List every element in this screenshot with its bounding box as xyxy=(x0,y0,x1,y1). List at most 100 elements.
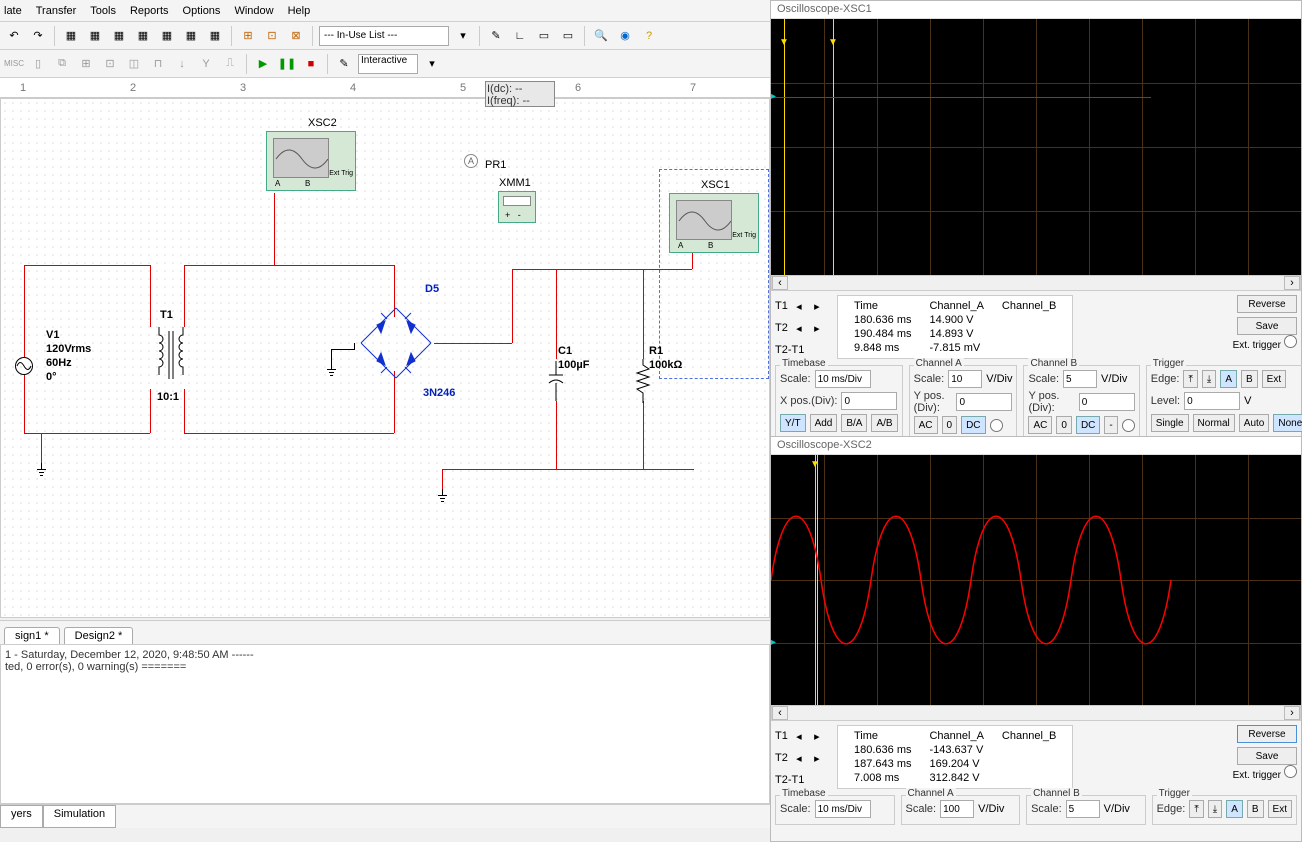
misc-icon[interactable]: MISC xyxy=(4,54,24,74)
zoom-icon[interactable]: 🔍 xyxy=(591,26,611,46)
t2-right-icon[interactable]: ▸ xyxy=(810,321,824,335)
add-button[interactable]: Add xyxy=(810,414,838,432)
xsc1-instrument[interactable]: Ext Trig A B xyxy=(669,193,759,253)
t1-transformer[interactable] xyxy=(149,327,197,394)
ext-trigger-radio[interactable] xyxy=(1284,335,1297,348)
grid6-icon[interactable]: ▦ xyxy=(181,26,201,46)
schematic-canvas[interactable]: I(dc): -- I(freq): -- XSC2 Ext Trig A B … xyxy=(0,98,770,618)
xsc2-chb-scale[interactable] xyxy=(1066,800,1100,818)
menu-transfer[interactable]: Transfer xyxy=(36,5,77,17)
interactive-icon[interactable]: ✎ xyxy=(334,54,354,74)
yt-button[interactable]: Y/T xyxy=(780,414,806,432)
trig-b-button[interactable]: B xyxy=(1241,370,1258,388)
xsc2-instrument[interactable]: Ext Trig A B xyxy=(266,131,356,191)
chb-radio[interactable] xyxy=(1122,419,1135,432)
ba-button[interactable]: B/A xyxy=(841,414,867,432)
comp8-icon[interactable]: Y xyxy=(196,54,216,74)
comp5-icon[interactable]: ◫ xyxy=(124,54,144,74)
t2-left-icon[interactable]: ◂ xyxy=(792,751,806,765)
menu-help[interactable]: Help xyxy=(288,5,311,17)
cursor-t2[interactable] xyxy=(833,19,834,275)
trig-b-button[interactable]: B xyxy=(1247,800,1264,818)
xsc2-timebase-scale[interactable] xyxy=(815,800,871,818)
chb-0-button[interactable]: 0 xyxy=(1056,416,1072,434)
xsc1-chb-scale[interactable] xyxy=(1063,370,1097,388)
help-icon[interactable]: ? xyxy=(639,26,659,46)
tab-layers[interactable]: yers xyxy=(0,805,43,828)
menu-tools[interactable]: Tools xyxy=(90,5,116,17)
ab-button[interactable]: A/B xyxy=(871,414,897,432)
probe-icon[interactable]: ✎ xyxy=(486,26,506,46)
pr1-probe[interactable]: A xyxy=(464,154,478,168)
xsc1-timebase-xpos[interactable] xyxy=(841,392,897,410)
run-icon[interactable]: ▶ xyxy=(253,54,273,74)
edge-rise-icon[interactable]: ⤒ xyxy=(1183,370,1197,388)
tab-design1[interactable]: sign1 * xyxy=(4,627,60,644)
xsc2-cha-scale[interactable] xyxy=(940,800,974,818)
grid4-icon[interactable]: ▦ xyxy=(133,26,153,46)
sim-drop-icon[interactable]: ▾ xyxy=(422,54,442,74)
globe-icon[interactable]: ◉ xyxy=(615,26,635,46)
undo-icon[interactable]: ↶ xyxy=(4,26,24,46)
menu-options[interactable]: Options xyxy=(183,5,221,17)
v1-source[interactable] xyxy=(15,357,33,375)
t1-right-icon[interactable]: ▸ xyxy=(810,299,824,313)
ext-trigger-radio[interactable] xyxy=(1284,765,1297,778)
trig-auto-button[interactable]: Auto xyxy=(1239,414,1270,432)
grid1-icon[interactable]: ▦ xyxy=(61,26,81,46)
comp4-icon[interactable]: ⊡ xyxy=(100,54,120,74)
stop-icon[interactable]: ■ xyxy=(301,54,321,74)
redo-icon[interactable]: ↷ xyxy=(28,26,48,46)
xsc1-timebase-scale[interactable] xyxy=(815,370,871,388)
tool-c-icon[interactable]: ⊠ xyxy=(286,26,306,46)
t1-left-icon[interactable]: ◂ xyxy=(792,299,806,313)
cha-0-button[interactable]: 0 xyxy=(942,416,958,434)
reverse-button[interactable]: Reverse xyxy=(1237,725,1297,743)
dropdown-icon[interactable]: ▾ xyxy=(453,26,473,46)
chb-inv-button[interactable]: - xyxy=(1104,416,1117,434)
pause-icon[interactable]: ❚❚ xyxy=(277,54,297,74)
comp1-icon[interactable]: ▯ xyxy=(28,54,48,74)
trig-single-button[interactable]: Single xyxy=(1151,414,1189,432)
menu-simulate[interactable]: late xyxy=(4,5,22,17)
scope-xsc1-display[interactable]: ▸ ▼ ▼ xyxy=(771,19,1301,275)
r1-resistor[interactable] xyxy=(635,359,651,406)
comp7-icon[interactable]: ↓ xyxy=(172,54,192,74)
output-log[interactable]: 1 - Saturday, December 12, 2020, 9:48:50… xyxy=(0,644,770,804)
scroll-right-icon[interactable]: › xyxy=(1284,276,1300,290)
cha-ac-button[interactable]: AC xyxy=(914,416,938,434)
chb-ac-button[interactable]: AC xyxy=(1028,416,1052,434)
t1-right-icon[interactable]: ▸ xyxy=(810,729,824,743)
t2-right-icon[interactable]: ▸ xyxy=(810,751,824,765)
edge-rise-icon[interactable]: ⤒ xyxy=(1189,800,1203,818)
sim-mode-combo[interactable]: Interactive xyxy=(358,54,418,74)
rect-icon[interactable]: ▭ xyxy=(558,26,578,46)
ruler-icon[interactable]: ∟ xyxy=(510,26,530,46)
c1-capacitor[interactable] xyxy=(547,361,565,404)
trig-ext-button[interactable]: Ext xyxy=(1262,370,1286,388)
xsc1-cha-ypos[interactable] xyxy=(956,393,1012,411)
menu-window[interactable]: Window xyxy=(234,5,273,17)
save-button[interactable]: Save xyxy=(1237,747,1297,765)
chb-dc-button[interactable]: DC xyxy=(1076,416,1100,434)
trig-a-button[interactable]: A xyxy=(1220,370,1237,388)
edge-fall-icon[interactable]: ⤓ xyxy=(1208,800,1222,818)
comp6-icon[interactable]: ⊓ xyxy=(148,54,168,74)
grid7-icon[interactable]: ▦ xyxy=(205,26,225,46)
xsc1-cha-scale[interactable] xyxy=(948,370,982,388)
xsc2-hscroll[interactable]: ‹ › xyxy=(771,705,1301,721)
grid2-icon[interactable]: ▦ xyxy=(85,26,105,46)
edge-fall-icon[interactable]: ⤓ xyxy=(1202,370,1216,388)
cha-radio[interactable] xyxy=(990,419,1003,432)
menu-reports[interactable]: Reports xyxy=(130,5,169,17)
scroll-left-icon[interactable]: ‹ xyxy=(772,276,788,290)
trig-level-input[interactable] xyxy=(1184,392,1240,410)
trig-normal-button[interactable]: Normal xyxy=(1193,414,1235,432)
trig-a-button[interactable]: A xyxy=(1226,800,1243,818)
comp9-icon[interactable]: ⎍ xyxy=(220,54,240,74)
save-button[interactable]: Save xyxy=(1237,317,1297,335)
scope-xsc2-display[interactable]: ▸ ▼ xyxy=(771,455,1301,705)
tool-b-icon[interactable]: ⊡ xyxy=(262,26,282,46)
grid5-icon[interactable]: ▦ xyxy=(157,26,177,46)
tab-simulation[interactable]: Simulation xyxy=(43,805,116,828)
